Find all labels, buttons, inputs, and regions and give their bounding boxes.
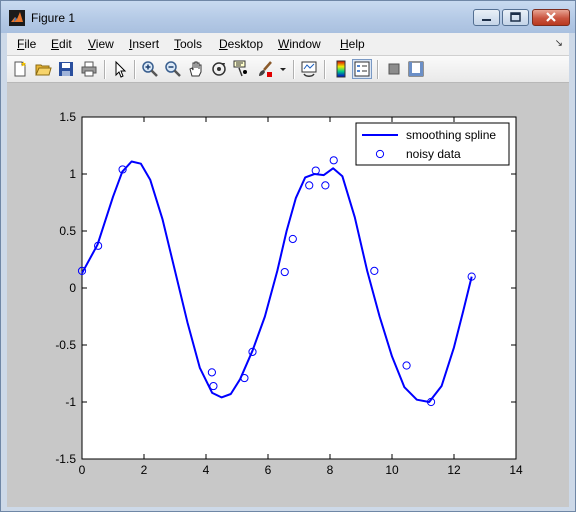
y-tick-label: 1.5 xyxy=(59,110,76,124)
minimize-icon xyxy=(482,19,491,21)
close-button[interactable] xyxy=(532,9,570,26)
menubar-dock-arrow-icon[interactable]: ↘ xyxy=(555,38,563,49)
menu-file[interactable]: File xyxy=(17,37,36,51)
y-tick-label: 0.5 xyxy=(59,224,76,238)
menu-insert[interactable]: Insert xyxy=(129,37,159,51)
close-icon xyxy=(546,12,556,22)
zoom-out-icon[interactable] xyxy=(164,60,182,78)
zoom-in-icon[interactable] xyxy=(141,60,159,78)
print-icon[interactable] xyxy=(80,60,98,78)
minimize-button[interactable] xyxy=(473,9,500,26)
toolbar-separator xyxy=(104,60,106,79)
save-icon[interactable] xyxy=(57,60,75,78)
y-tick-label: 1 xyxy=(69,167,76,181)
insert-colorbar-icon[interactable] xyxy=(332,60,350,78)
brush-icon[interactable] xyxy=(256,60,274,78)
show-plot-tools-icon[interactable] xyxy=(407,60,425,78)
legend-entry-label: noisy data xyxy=(406,147,461,161)
figure-toolbar xyxy=(7,55,569,83)
y-tick-label: -0.5 xyxy=(55,338,76,352)
maximize-button[interactable] xyxy=(502,9,529,26)
menu-edit[interactable]: Edit xyxy=(51,37,72,51)
new-figure-icon[interactable] xyxy=(11,60,29,78)
x-tick-label: 2 xyxy=(141,463,148,477)
y-tick-label: -1.5 xyxy=(55,452,76,466)
legend-entry-label: smoothing spline xyxy=(406,128,496,142)
x-tick-label: 14 xyxy=(509,463,523,477)
x-tick-label: 8 xyxy=(327,463,334,477)
open-file-icon[interactable] xyxy=(34,60,52,78)
menu-desktop[interactable]: Desktop xyxy=(219,37,263,51)
pan-hand-icon[interactable] xyxy=(187,60,205,78)
edit-plot-arrow-icon[interactable] xyxy=(111,60,129,78)
brush-dropdown-icon[interactable] xyxy=(278,60,288,78)
menu-window[interactable]: Window xyxy=(278,37,321,51)
toolbar-separator xyxy=(293,60,295,79)
x-tick-label: 10 xyxy=(385,463,399,477)
window-title: Figure 1 xyxy=(31,11,76,25)
hide-plot-tools-icon[interactable] xyxy=(385,60,403,78)
x-tick-label: 0 xyxy=(79,463,86,477)
menu-tools[interactable]: Tools xyxy=(174,37,202,51)
title-bar[interactable]: Figure 1 xyxy=(1,1,575,33)
x-tick-label: 6 xyxy=(265,463,272,477)
toolbar-separator xyxy=(377,60,379,79)
menu-help[interactable]: Help xyxy=(340,37,365,51)
link-plot-icon[interactable] xyxy=(300,60,318,78)
figure-canvas[interactable]: 0 2 4 6 8 10 12 14 1.5 1 0.5 0 -0.5 -1 -1.5 smoothing s… xyxy=(7,83,569,507)
figure-window: Figure 1 File Edit View Insert Tools Des… xyxy=(0,0,576,512)
insert-legend-icon[interactable] xyxy=(352,59,372,79)
x-tick-label: 12 xyxy=(447,463,461,477)
matlab-logo-icon xyxy=(9,10,25,26)
y-tick-label: 0 xyxy=(69,281,76,295)
rotate-3d-icon[interactable] xyxy=(210,60,228,78)
toolbar-separator xyxy=(324,60,326,79)
toolbar-separator xyxy=(134,60,136,79)
menu-view[interactable]: View xyxy=(88,37,114,51)
data-cursor-icon[interactable] xyxy=(233,60,251,78)
menu-bar: File Edit View Insert Tools Desktop Wind… xyxy=(7,33,569,55)
x-tick-label: 4 xyxy=(203,463,210,477)
y-tick-label: -1 xyxy=(65,395,76,409)
axes-box[interactable] xyxy=(81,116,517,460)
plot-area[interactable]: 0 2 4 6 8 10 12 14 1.5 1 0.5 0 -0.5 -1 -1.5 smoothing s… xyxy=(7,83,569,507)
maximize-icon xyxy=(510,12,521,22)
